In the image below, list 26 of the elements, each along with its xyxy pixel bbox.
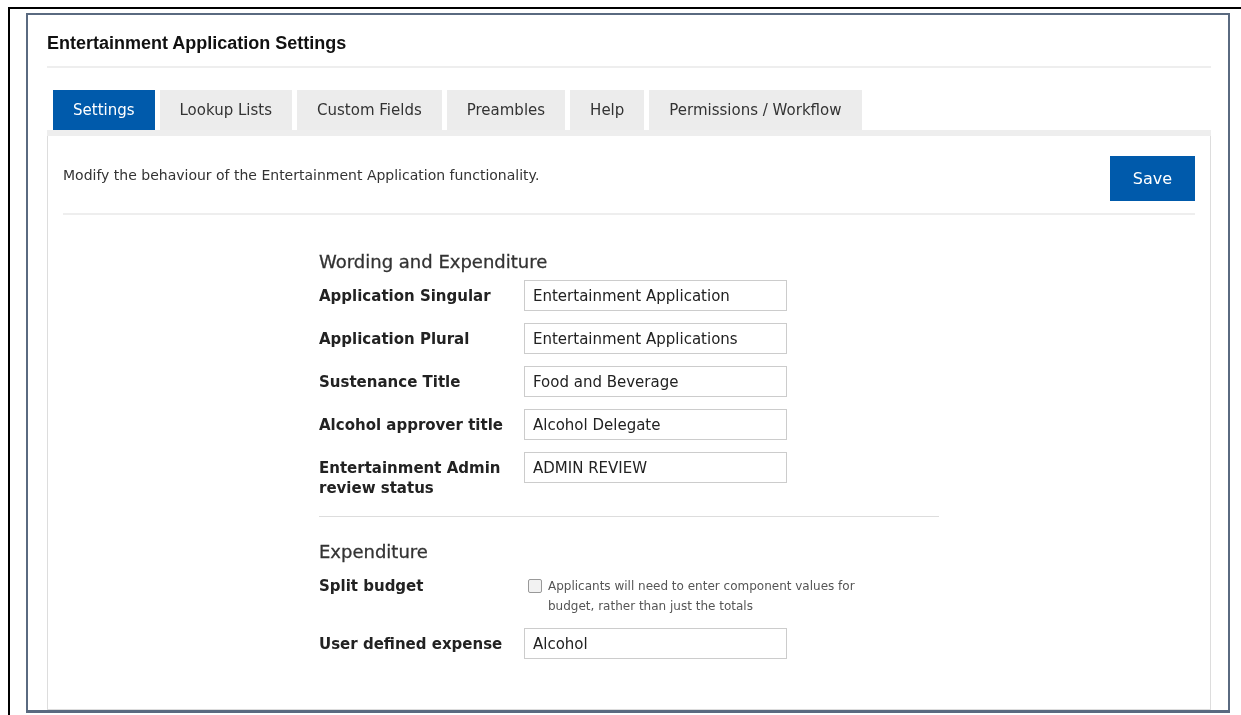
checkbox-label: Applicants will need to enter component values for budget, rather than just the totals bbox=[548, 578, 856, 615]
tab[interactable]: Preambles bbox=[446, 90, 566, 130]
field-label: Split budget bbox=[319, 576, 425, 596]
input-field[interactable]: Entertainment Application bbox=[524, 280, 787, 311]
input-field[interactable]: Alcohol Delegate bbox=[524, 409, 787, 440]
field-label: Application Singular bbox=[319, 286, 492, 306]
save-button[interactable]: Save bbox=[1110, 156, 1195, 201]
input-field[interactable]: Entertainment Applications bbox=[524, 323, 787, 354]
field-label: Entertainment Admin review status bbox=[319, 458, 502, 498]
page-title: Entertainment Application Settings bbox=[47, 33, 1211, 68]
field-label: Alcohol approver title bbox=[319, 415, 504, 435]
field-label: Sustenance Title bbox=[319, 372, 462, 392]
tab[interactable]: Permissions / Workflow bbox=[649, 90, 862, 130]
field-label: User defined expense bbox=[319, 634, 504, 654]
input-field[interactable]: ADMIN REVIEW bbox=[524, 452, 787, 483]
tab[interactable]: Help bbox=[570, 90, 645, 130]
tab[interactable]: Custom Fields bbox=[297, 90, 442, 130]
tab[interactable]: Settings bbox=[53, 90, 155, 130]
checkbox[interactable] bbox=[528, 579, 542, 593]
description-text: Modify the behaviour of the Entertainment Application functionality. bbox=[63, 166, 540, 183]
section-heading: Wording and Expenditure bbox=[319, 251, 549, 272]
section-heading: Expenditure bbox=[319, 541, 429, 562]
tab[interactable]: Lookup Lists bbox=[159, 90, 293, 130]
input-field[interactable]: Alcohol bbox=[524, 628, 787, 659]
input-field[interactable]: Food and Beverage bbox=[524, 366, 787, 397]
field-label: Application Plural bbox=[319, 329, 471, 349]
